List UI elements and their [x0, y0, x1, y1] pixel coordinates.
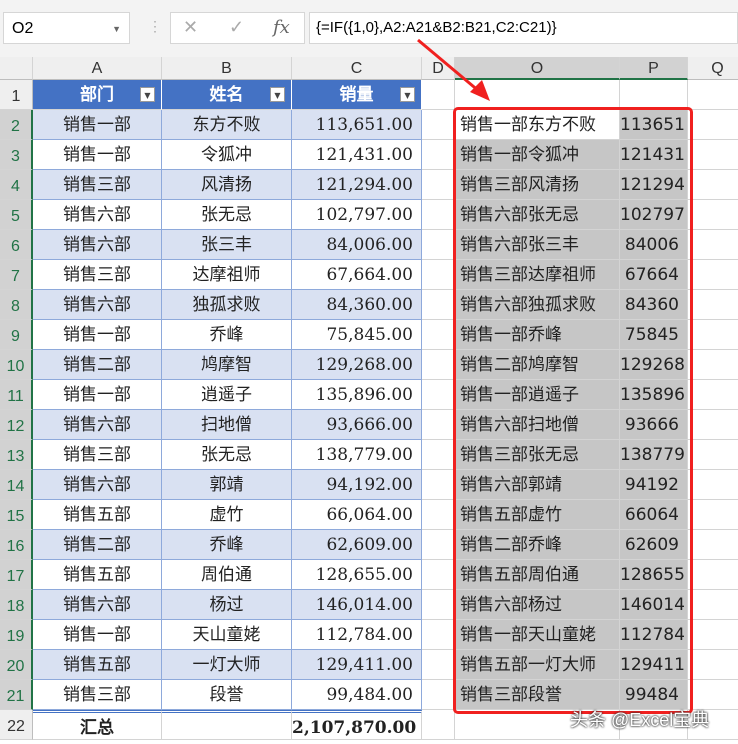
watermark: 头条 @Excel宝典 — [570, 710, 710, 730]
arrow-annotation — [417, 38, 490, 101]
